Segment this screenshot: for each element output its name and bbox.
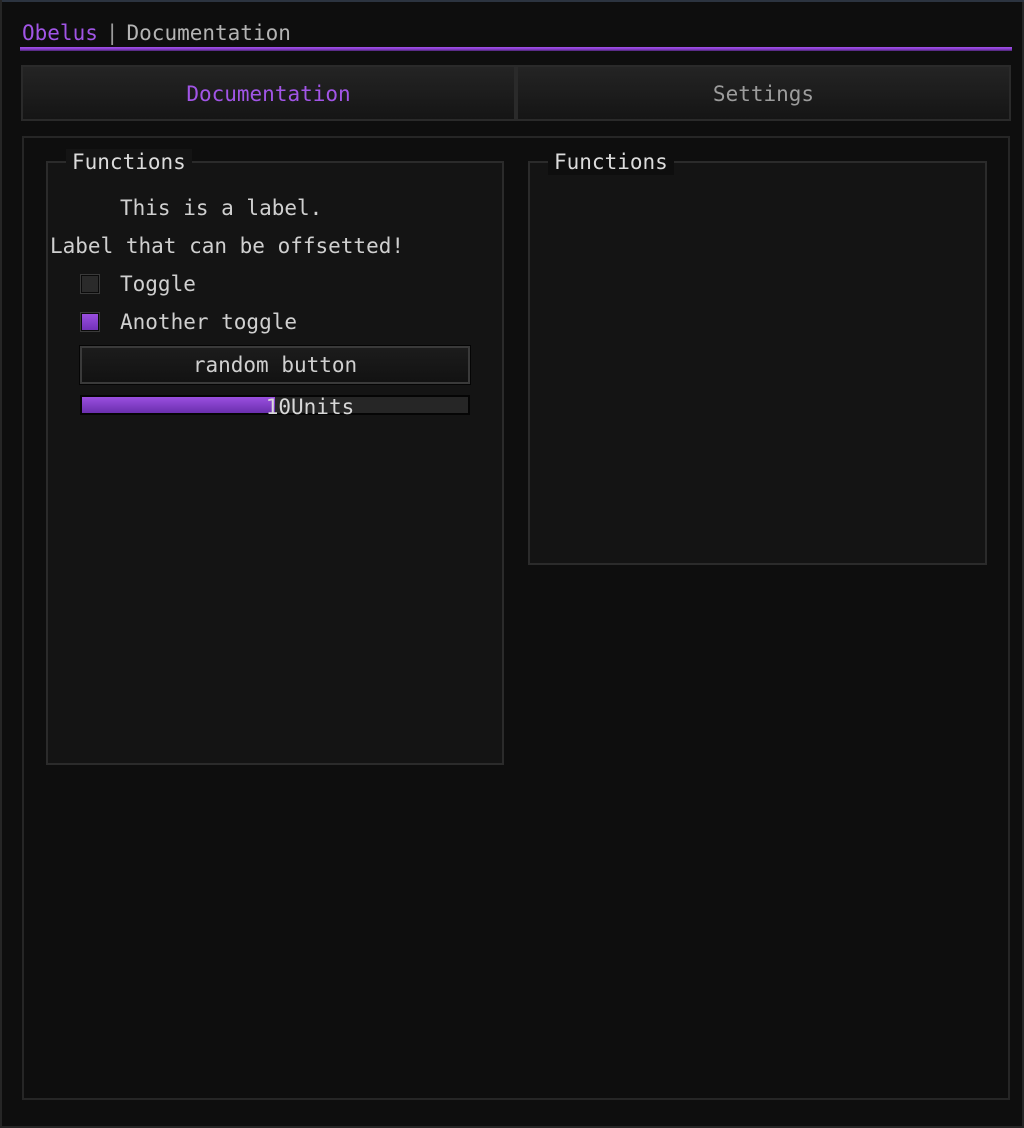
page-title: Documentation: [126, 21, 291, 45]
app-title: Obelus: [22, 21, 98, 45]
label: This is a label.: [120, 196, 323, 220]
title-accent-line: [20, 47, 1012, 51]
groupbox-functions-right: Functions: [528, 149, 987, 565]
groupbox-title: Functions: [548, 149, 674, 175]
window-top-border: [2, 0, 1024, 2]
toggle-label: Toggle: [120, 272, 196, 296]
title-separator: |: [105, 21, 119, 45]
random-button[interactable]: random button: [79, 345, 471, 385]
groupbox-title: Functions: [66, 149, 192, 175]
units-slider[interactable]: 10Units: [80, 395, 470, 419]
checkbox[interactable]: [80, 312, 100, 332]
tab-settings[interactable]: Settings: [516, 65, 1011, 121]
toggle-label: Another toggle: [120, 310, 298, 334]
tab-documentation[interactable]: Documentation: [21, 65, 516, 121]
checkbox[interactable]: [80, 274, 100, 294]
offset-label: Label that can be offsetted!: [50, 234, 405, 258]
slider-value: 10Units: [265, 395, 355, 419]
window: Obelus | Documentation Documentation Setti…: [0, 0, 1024, 1128]
title-bar: Obelus | Documentation: [22, 19, 291, 47]
